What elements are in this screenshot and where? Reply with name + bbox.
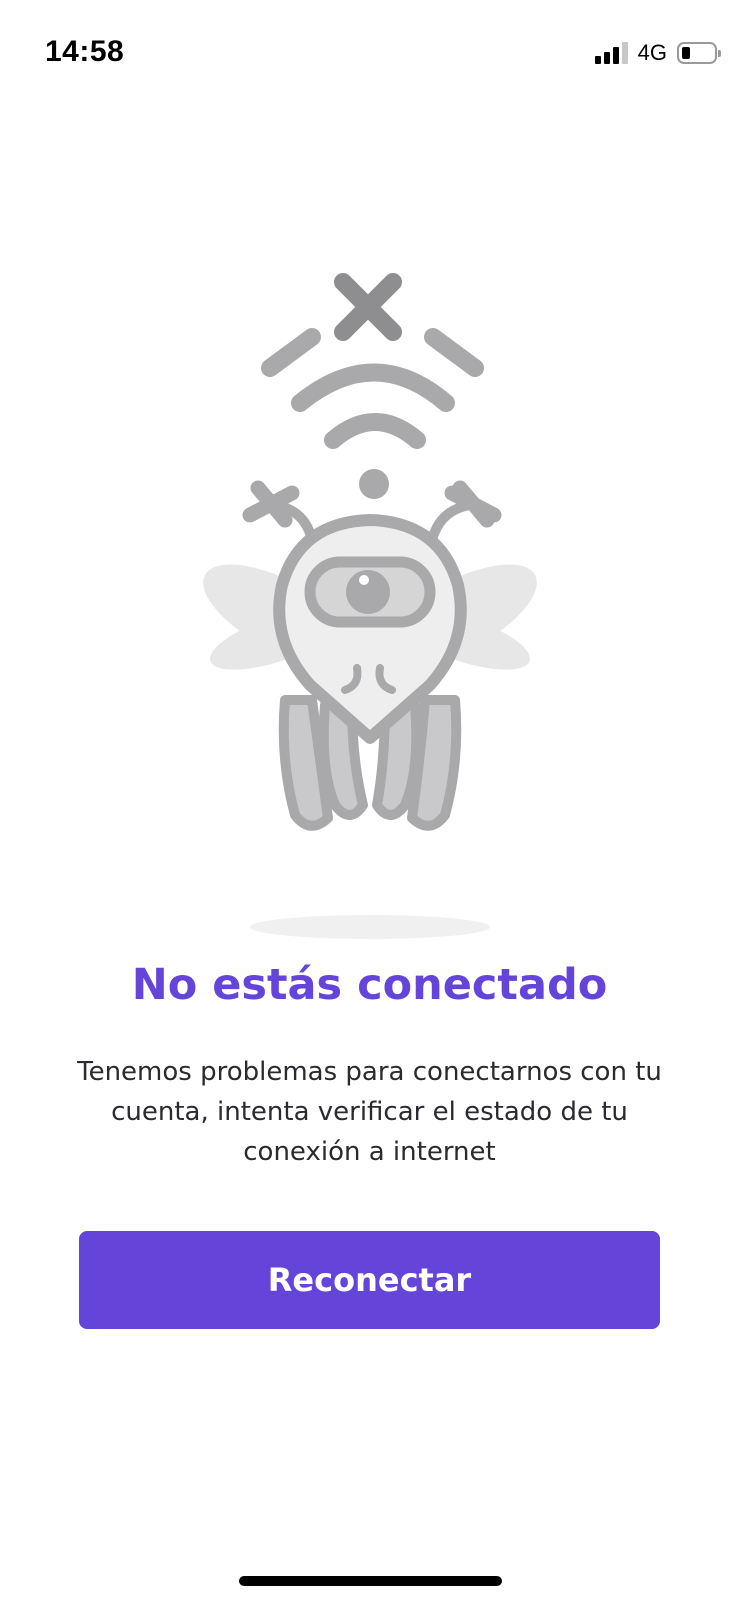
reconnect-button[interactable]: Reconectar	[79, 1231, 660, 1329]
cellular-signal-icon	[594, 42, 628, 64]
network-type-label: 4G	[637, 40, 667, 65]
disconnect-cross-icon	[334, 273, 402, 341]
page-title: No estás conectado	[131, 960, 608, 1010]
battery-icon	[677, 42, 721, 64]
disconnected-bee-robot-icon	[203, 273, 537, 939]
home-indicator[interactable]	[239, 1576, 502, 1586]
error-message: Tenemos problemas para conectarnos con t…	[77, 1057, 662, 1167]
robot-eye-highlight	[359, 575, 369, 585]
status-time: 14:58	[45, 35, 125, 68]
wifi-signal-icon	[261, 328, 484, 449]
status-indicators: 4G	[594, 38, 721, 68]
wifi-dot	[359, 469, 389, 499]
ground-shadow	[250, 915, 490, 939]
robot-eye	[346, 570, 390, 614]
status-bar: 14:58 4G	[0, 0, 739, 100]
